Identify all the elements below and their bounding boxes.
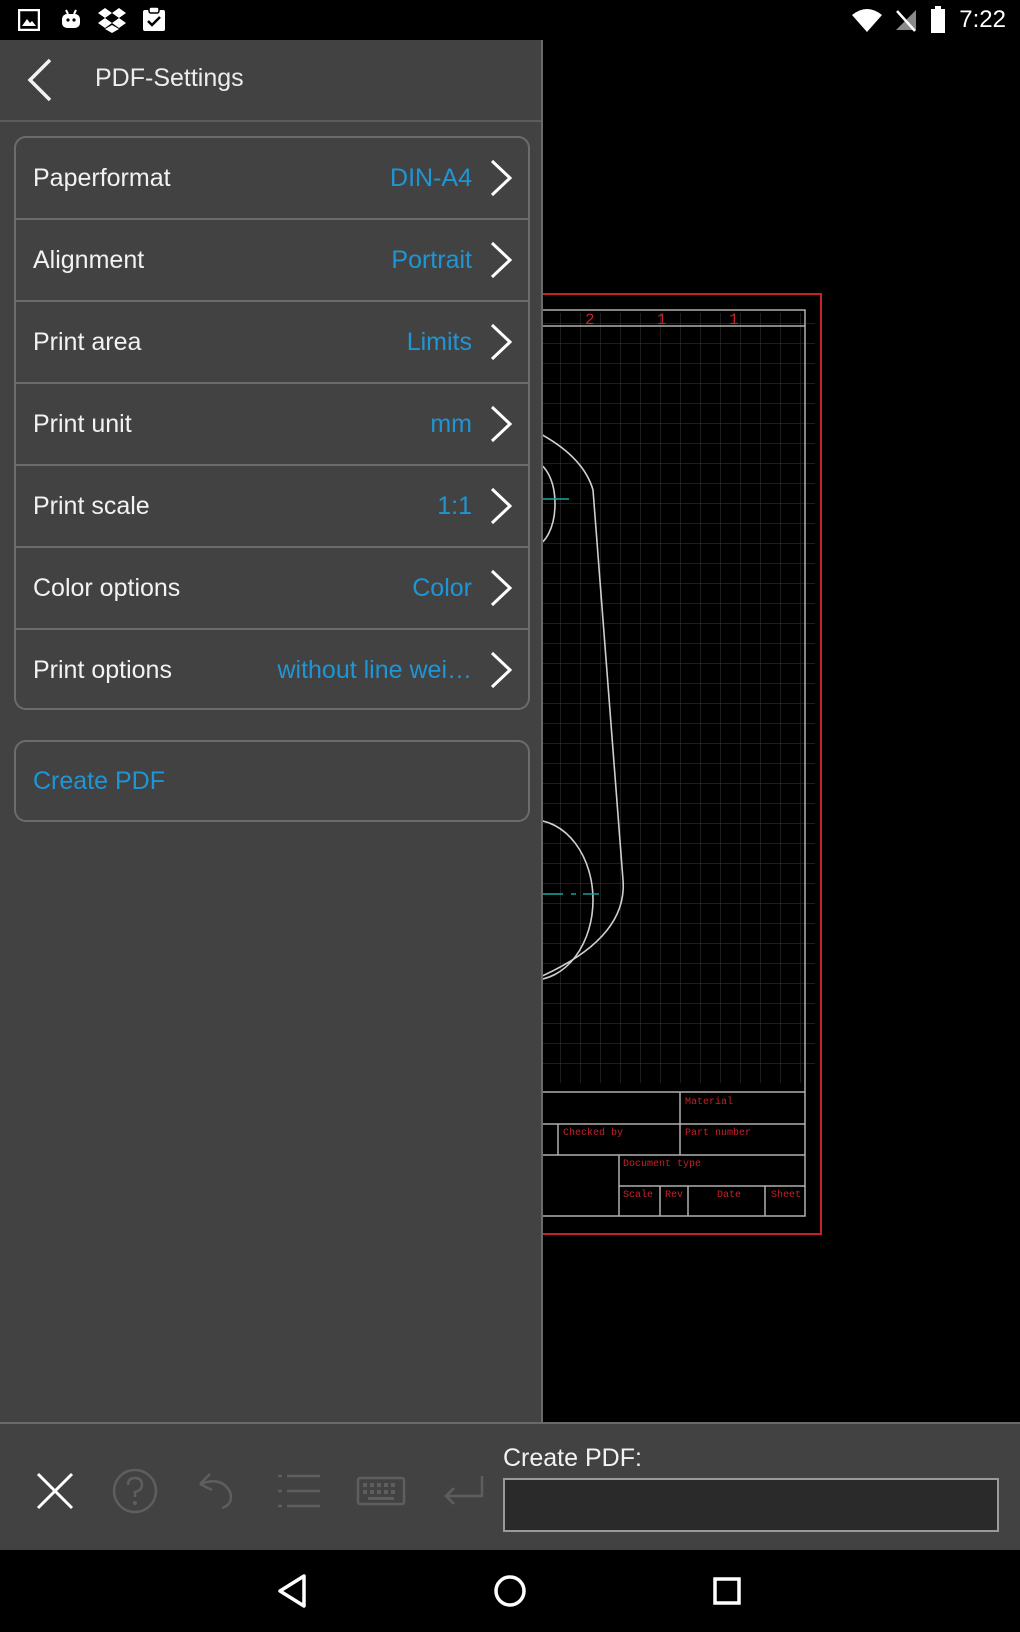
setting-row-print-area[interactable]: Print area Limits	[16, 302, 528, 384]
page-title: PDF-Settings	[95, 64, 244, 92]
title-block-date: Date	[717, 1190, 741, 1201]
clock: 7:22	[959, 6, 1006, 33]
drawing-header-number: 2	[585, 311, 595, 329]
cad-drawing-canvas[interactable]: 2 1 1 Material Checked by Part number Do…	[543, 40, 1020, 1422]
image-icon	[18, 9, 40, 31]
chevron-right-icon	[490, 159, 513, 197]
command-label: Create PDF:	[503, 1444, 642, 1472]
chevron-right-icon	[490, 569, 513, 607]
android-debug-icon	[62, 9, 80, 28]
setting-row-print-options[interactable]: Print options without line wei…	[16, 630, 528, 708]
chevron-right-icon	[490, 405, 513, 443]
title-block-part-number: Part number	[685, 1127, 751, 1139]
home-circle-icon[interactable]	[485, 1566, 535, 1616]
setting-value: 1:1	[437, 492, 472, 520]
setting-value: mm	[430, 410, 472, 438]
title-block-material: Material	[685, 1096, 733, 1108]
command-input[interactable]	[503, 1478, 999, 1532]
create-pdf-label: Create PDF	[33, 767, 165, 795]
dropbox-icon	[98, 8, 126, 33]
no-signal-icon	[896, 10, 916, 32]
setting-value: Color	[412, 574, 472, 602]
wifi-icon	[852, 9, 882, 32]
setting-label: Color options	[33, 574, 181, 602]
enter-icon[interactable]	[438, 1466, 488, 1516]
chevron-right-icon	[490, 651, 513, 689]
drawing-grid	[543, 313, 815, 1083]
title-block-rev: Rev	[665, 1190, 683, 1201]
command-toolbar: Create PDF:	[0, 1422, 1020, 1552]
undo-icon[interactable]	[192, 1466, 242, 1516]
status-bar: 7:22	[0, 0, 1020, 40]
setting-label: Alignment	[33, 246, 145, 274]
setting-label: Print options	[33, 656, 172, 684]
title-block-sheet: Sheet	[771, 1189, 801, 1201]
setting-row-paperformat[interactable]: Paperformat DIN-A4	[16, 138, 528, 220]
system-nav-bar	[0, 1550, 1020, 1632]
chevron-right-icon	[490, 323, 513, 361]
setting-label: Paperformat	[33, 164, 171, 192]
battery-icon	[931, 6, 945, 33]
list-icon[interactable]	[274, 1466, 324, 1516]
title-block-scale: Scale	[623, 1189, 653, 1201]
clipboard-check-icon	[143, 6, 165, 31]
panel-header: PDF-Settings	[0, 40, 541, 122]
recents-square-icon[interactable]	[702, 1566, 752, 1616]
pdf-settings-panel: PDF-Settings Paperformat DIN-A4 Alignmen…	[0, 40, 543, 1422]
setting-label: Print unit	[33, 410, 132, 438]
title-block-checked-by: Checked by	[563, 1127, 623, 1139]
settings-list: Paperformat DIN-A4 Alignment Portrait Pr…	[14, 136, 530, 710]
title-block-document-type: Document type	[623, 1159, 701, 1170]
setting-value: Portrait	[391, 246, 472, 274]
setting-value: DIN-A4	[390, 164, 472, 192]
close-icon[interactable]	[30, 1466, 80, 1516]
help-icon[interactable]	[110, 1466, 160, 1516]
drawing-header-number: 1	[729, 311, 739, 329]
back-triangle-icon[interactable]	[268, 1566, 318, 1616]
keyboard-icon[interactable]	[356, 1466, 406, 1516]
drawing-header-number: 1	[657, 311, 667, 329]
setting-row-color-options[interactable]: Color options Color	[16, 548, 528, 630]
setting-row-print-unit[interactable]: Print unit mm	[16, 384, 528, 466]
setting-row-print-scale[interactable]: Print scale 1:1	[16, 466, 528, 548]
back-button[interactable]	[18, 54, 68, 106]
setting-row-alignment[interactable]: Alignment Portrait	[16, 220, 528, 302]
chevron-right-icon	[490, 487, 513, 525]
setting-value: Limits	[406, 328, 472, 356]
setting-label: Print area	[33, 328, 142, 356]
create-pdf-button[interactable]: Create PDF	[14, 740, 530, 822]
setting-label: Print scale	[33, 492, 150, 520]
setting-value: without line wei…	[277, 656, 472, 684]
chevron-right-icon	[490, 241, 513, 279]
